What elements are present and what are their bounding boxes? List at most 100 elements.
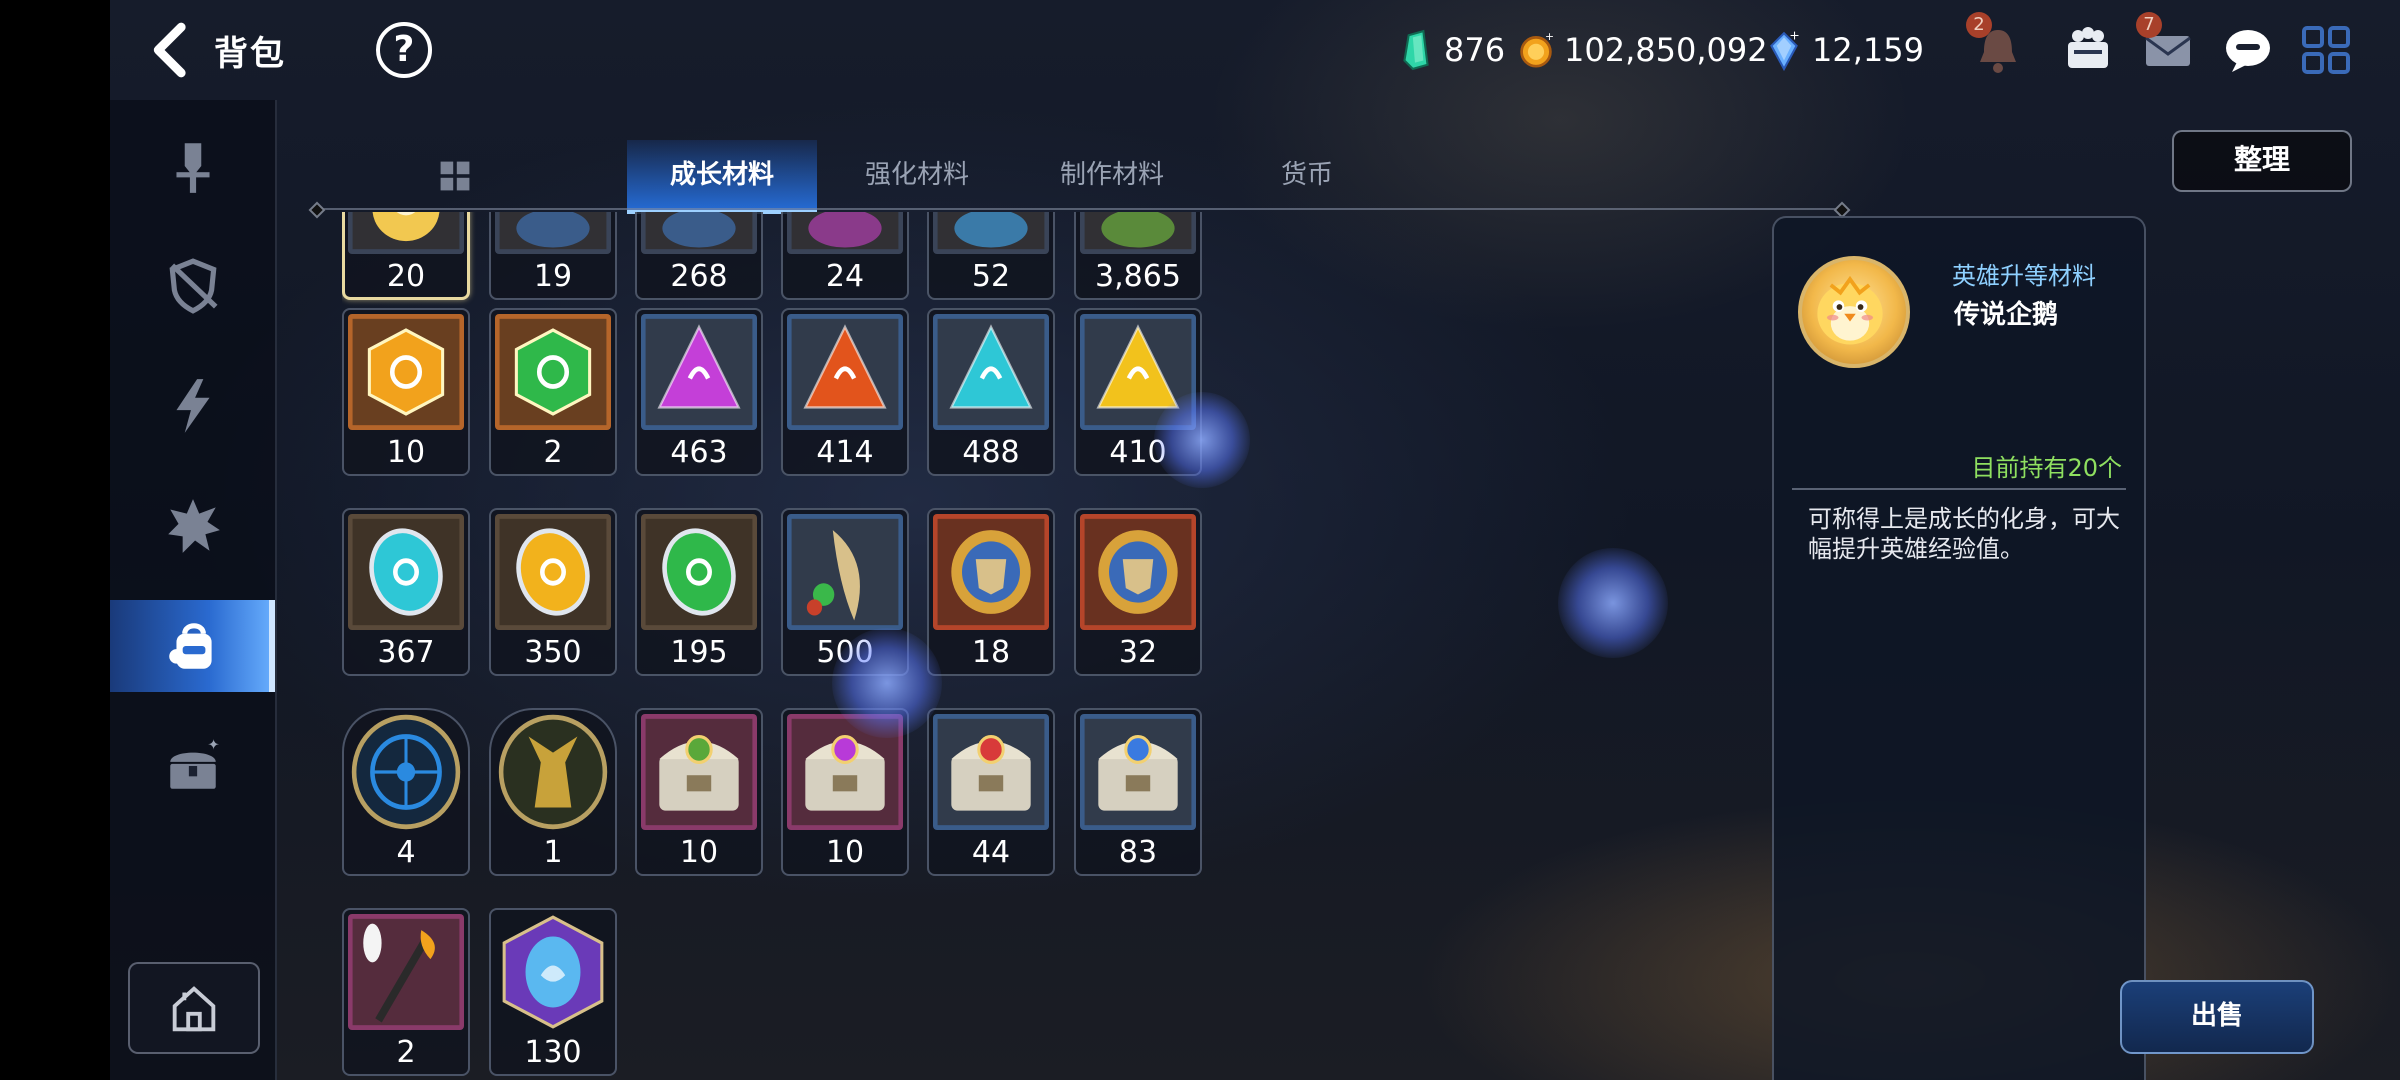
item-category: 英雄升等材料	[1952, 262, 2096, 290]
item-portrait	[1798, 256, 1910, 368]
green-crystal-icon	[1403, 29, 1429, 71]
triangle-icon	[641, 314, 757, 430]
tab-divider	[317, 208, 1842, 210]
chat-button[interactable]	[2218, 20, 2278, 80]
inventory-item[interactable]: 2	[489, 308, 617, 476]
inventory-item[interactable]: 83	[1074, 708, 1202, 876]
inventory-item[interactable]: 4	[342, 708, 470, 876]
triangle-icon	[1080, 314, 1196, 430]
item-quantity: 32	[1118, 635, 1158, 670]
inventory-item[interactable]: 463	[635, 308, 763, 476]
tab-bar: 成长材料 强化材料 制作材料 货币	[360, 140, 1845, 214]
lightning-icon	[175, 379, 210, 433]
inventory-item[interactable]: 130	[489, 908, 617, 1076]
nav-chest[interactable]: ✦	[110, 720, 275, 812]
gem-amount: 12,159	[1812, 31, 1924, 69]
inventory-item[interactable]: 350	[489, 508, 617, 676]
item-detail-panel: 英雄升等材料 传说企鹅 目前持有20个 可称得上是成长的化身，可大幅提升英雄经验…	[1772, 216, 2146, 1080]
home-icon	[172, 986, 216, 1032]
inventory-item[interactable]: 410	[1074, 308, 1202, 476]
svg-text:+: +	[1789, 29, 1800, 43]
tab-all[interactable]	[360, 140, 550, 210]
inventory-item[interactable]: 18	[927, 508, 1055, 676]
notification-button[interactable]: 2	[1966, 12, 2028, 80]
inventory-item[interactable]: 488	[927, 308, 1055, 476]
item-quantity: 367	[377, 635, 435, 670]
nav-equipment[interactable]	[110, 120, 275, 212]
blue-gem-icon: +	[1770, 29, 1800, 71]
resource-gold[interactable]: + 102,850,092	[1518, 26, 1768, 74]
inventory-item[interactable]: 268	[635, 212, 763, 300]
inventory-item[interactable]: 52	[927, 212, 1055, 300]
menu-button[interactable]	[2296, 20, 2356, 80]
inventory-item[interactable]: 3,865	[1074, 212, 1202, 300]
item-quantity: 414	[816, 435, 874, 470]
feather-icon	[787, 514, 903, 630]
sort-button[interactable]: 整理	[2172, 130, 2352, 192]
gem-icon	[495, 212, 611, 254]
staff-icon	[348, 914, 464, 1030]
team-button[interactable]	[2058, 20, 2118, 80]
item-quantity: 463	[670, 435, 728, 470]
notification-badge: 2	[1966, 12, 1992, 38]
tab-craft-materials[interactable]: 制作材料	[1017, 140, 1207, 210]
item-quantity: 2	[543, 435, 563, 470]
gem-icon	[933, 212, 1049, 254]
item-quantity: 52	[971, 259, 1011, 294]
item-quantity: 2	[396, 1035, 416, 1070]
inventory-item[interactable]: 44	[927, 708, 1055, 876]
inventory-item[interactable]: 2	[342, 908, 470, 1076]
inventory-item[interactable]: 10	[342, 308, 470, 476]
mail-badge: 7	[2136, 12, 2162, 38]
chest-icon	[787, 714, 903, 830]
inventory-item[interactable]: 414	[781, 308, 909, 476]
inventory-grid[interactable]: 201926824523,865368210246341448841031820…	[342, 212, 1212, 1080]
item-quantity: 83	[1118, 835, 1158, 870]
nav-bag[interactable]	[110, 600, 275, 692]
back-arrow-icon	[153, 22, 186, 78]
nav-special[interactable]	[110, 480, 275, 572]
purple-hex-icon	[495, 914, 611, 1030]
resource-gem[interactable]: + 12,159	[1766, 26, 1924, 74]
gem-icon	[641, 212, 757, 254]
inventory-item[interactable]: 19	[489, 212, 617, 300]
hexagon-icon	[348, 314, 464, 430]
sell-button[interactable]: 出售	[2120, 980, 2314, 1054]
tab-growth-materials[interactable]: 成长材料	[627, 140, 817, 214]
inventory-item[interactable]: 500	[781, 508, 909, 676]
inventory-item[interactable]: 367	[342, 508, 470, 676]
tab-currency[interactable]: 货币	[1212, 140, 1402, 210]
tab-enhance-materials[interactable]: 强化材料	[822, 140, 1012, 210]
item-quantity: 410	[1109, 435, 1167, 470]
item-quantity: 500	[816, 635, 874, 670]
nav-defense[interactable]	[110, 240, 275, 332]
inventory-item[interactable]: 32	[1074, 508, 1202, 676]
inventory-item[interactable]: 24	[781, 212, 909, 300]
item-quantity: 10	[679, 835, 719, 870]
item-description: 可称得上是成长的化身，可大幅提升英雄经验值。	[1808, 505, 2120, 563]
inventory-item[interactable]: 10	[635, 708, 763, 876]
team-icon	[2068, 27, 2108, 68]
inventory-item[interactable]: 20	[342, 212, 470, 300]
mail-button[interactable]: 7	[2136, 12, 2198, 80]
resource-crystal[interactable]: 876	[1398, 26, 1505, 74]
game-stage: 背包 ? 876 + 102,850,092 + 12,159 2 7 ✦ 成长…	[110, 0, 2400, 1080]
nav-skill[interactable]	[110, 360, 275, 452]
home-button[interactable]	[128, 962, 260, 1054]
inventory-item[interactable]: 1	[489, 708, 617, 876]
chest-icon	[933, 714, 1049, 830]
back-button[interactable]	[144, 22, 204, 78]
inventory-item[interactable]: 195	[635, 508, 763, 676]
item-name: 传说企鹅	[1954, 300, 2059, 330]
oval-icon	[641, 514, 757, 630]
gem-icon	[1080, 212, 1196, 254]
help-button[interactable]: ?	[376, 22, 432, 78]
inventory-item[interactable]: 10	[781, 708, 909, 876]
item-quantity: 20	[386, 259, 426, 294]
touch-sparkle	[1558, 548, 1668, 658]
item-quantity: 18	[971, 635, 1011, 670]
round-rune-icon	[348, 714, 464, 830]
broken-shield-icon	[169, 258, 218, 314]
round-helm-icon	[495, 714, 611, 830]
svg-text:+: +	[1545, 30, 1554, 43]
